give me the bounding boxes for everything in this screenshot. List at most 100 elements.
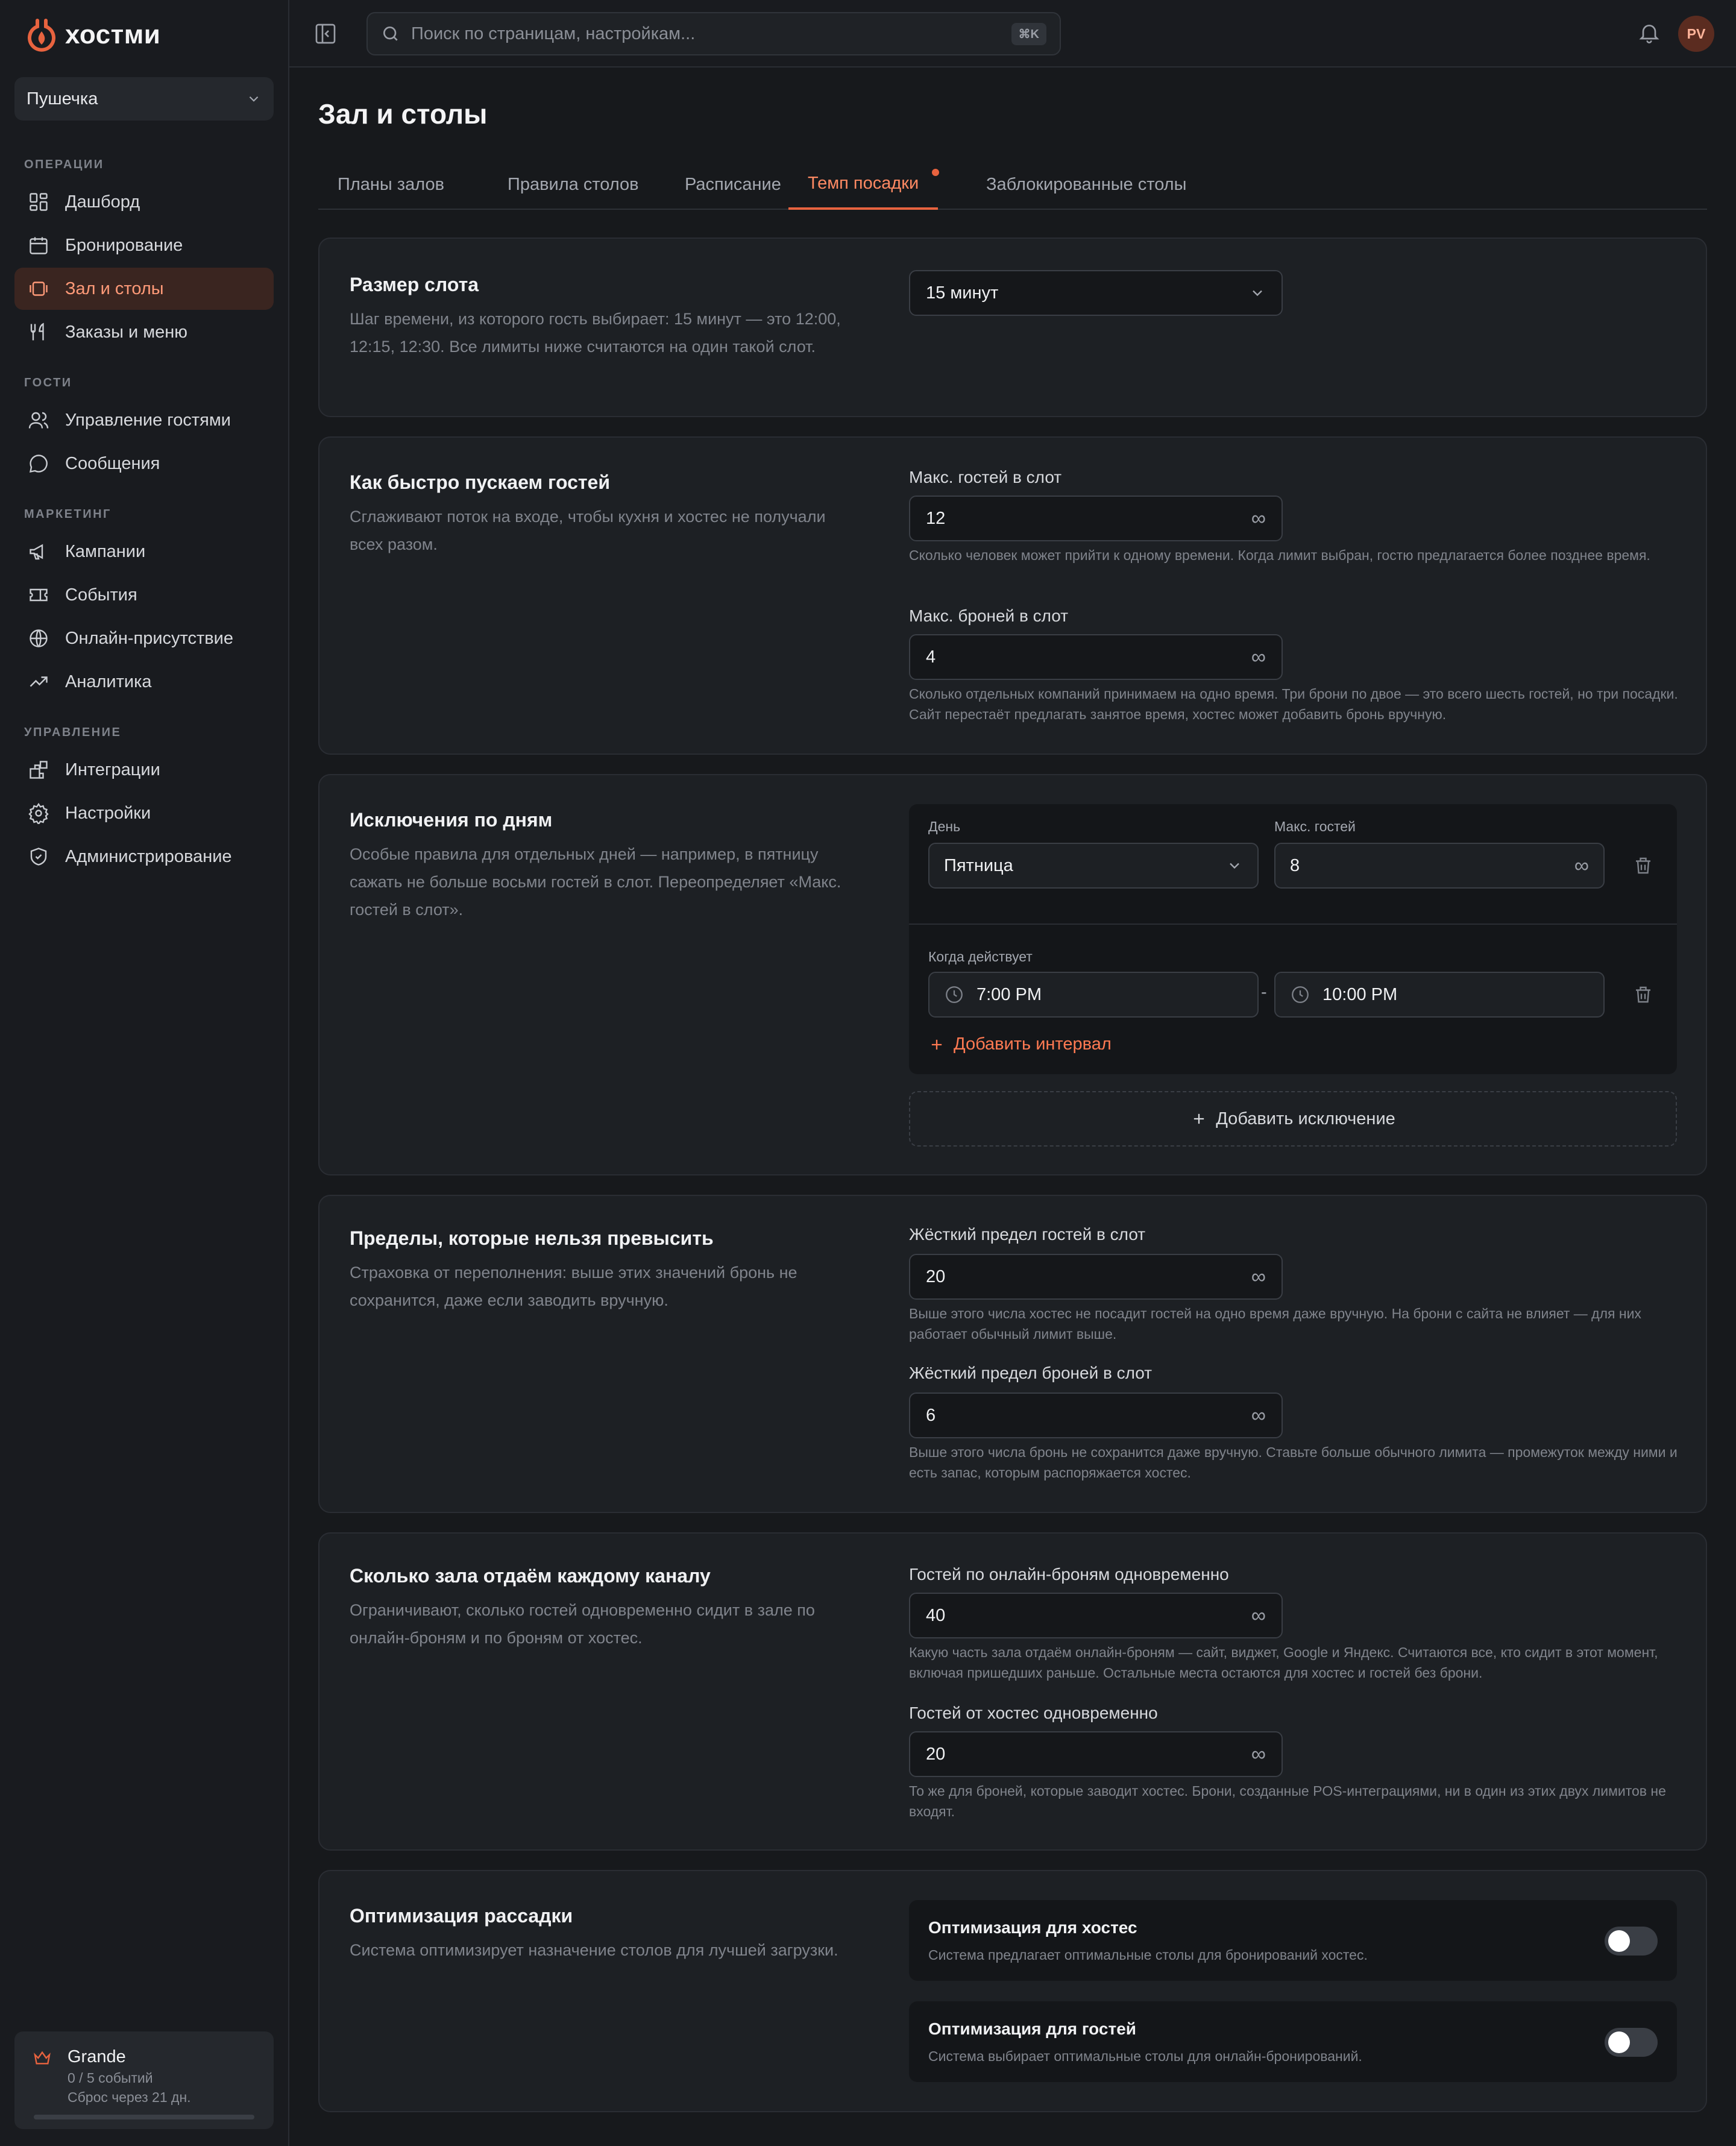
- field-label: Гостей по онлайн-броням одновременно: [909, 1565, 1229, 1584]
- plan-reset: Сброс через 21 дн.: [68, 2089, 191, 2105]
- infinity-icon[interactable]: ∞: [1251, 507, 1266, 530]
- brand-name: хостми: [65, 20, 161, 49]
- search-icon: [383, 27, 398, 41]
- field-help: Выше этого числа хостес не посадит госте…: [909, 1306, 1641, 1342]
- trash-icon[interactable]: [1632, 855, 1654, 876]
- hard-max-bookings-input[interactable]: 6 ∞: [909, 1392, 1283, 1438]
- gear-icon: [28, 802, 49, 824]
- field-label: Гостей от хостес одновременно: [909, 1704, 1158, 1722]
- channels-card: Сколько зала отдаём каждому каналу Огран…: [318, 1532, 1707, 1851]
- sidebar-item-settings[interactable]: Настройки: [14, 792, 274, 834]
- toggle-description: Система выбирает оптимальные столы для о…: [928, 2048, 1362, 2064]
- field-help: Сколько человек может прийти к одному вр…: [909, 547, 1650, 563]
- sidebar-item-guest-management[interactable]: Управление гостями: [14, 399, 274, 441]
- sidebar-item-orders[interactable]: Заказы и меню: [14, 311, 274, 353]
- tab-seating-pace[interactable]: Темп посадки: [788, 159, 940, 210]
- input-value: 8: [1290, 855, 1300, 875]
- plus-icon: [1194, 1113, 1204, 1124]
- trend-icon: [30, 676, 48, 687]
- megaphone-icon: [30, 544, 43, 560]
- button-label: Добавить интервал: [954, 1034, 1112, 1054]
- infinity-icon[interactable]: ∞: [1251, 1743, 1266, 1766]
- add-interval-button[interactable]: Добавить интервал: [928, 1034, 1112, 1054]
- host-optimization-toggle[interactable]: [1605, 1927, 1658, 1956]
- field-help: Сколько отдельных компаний принимаем на …: [909, 686, 1678, 722]
- toggle-title: Оптимизация для гостей: [928, 2019, 1136, 2038]
- day-exceptions-card: Исключения по дням Особые правила для от…: [318, 774, 1707, 1175]
- sidebar-item-tables[interactable]: Зал и столы: [14, 268, 274, 310]
- tables-icon: [30, 282, 48, 296]
- search-input[interactable]: [411, 24, 1011, 44]
- online-guests-input[interactable]: 40 ∞: [909, 1593, 1283, 1638]
- plan-widget[interactable]: Grande 0 / 5 событий Сброс через 21 дн.: [14, 2031, 274, 2129]
- card-title: Исключения по дням: [350, 809, 553, 831]
- bell-icon[interactable]: [1637, 20, 1661, 45]
- max-bookings-per-slot-input[interactable]: 4 ∞: [909, 634, 1283, 680]
- sidebar-toggle-icon[interactable]: [313, 22, 338, 46]
- field-label: Макс. гостей в слот: [909, 468, 1062, 486]
- infinity-icon[interactable]: ∞: [1251, 1404, 1266, 1427]
- toggle-knob: [1608, 2031, 1630, 2053]
- slot-size-select[interactable]: 15 минут: [909, 270, 1283, 316]
- day-select[interactable]: Пятница: [928, 843, 1259, 889]
- sidebar-item-integrations[interactable]: Интеграции: [14, 749, 274, 791]
- card-description: Ограничивают, сколько гостей одновременн…: [350, 1601, 815, 1647]
- input-value: 40: [926, 1605, 946, 1625]
- host-guests-input[interactable]: 20 ∞: [909, 1731, 1283, 1777]
- users-icon: [28, 412, 49, 429]
- toggle-title: Оптимизация для хостес: [928, 1918, 1137, 1937]
- plus-icon: [931, 1039, 942, 1049]
- brand[interactable]: хостми: [27, 18, 160, 52]
- tab-schedule[interactable]: Расписание: [665, 159, 800, 210]
- flame-logo-icon: [28, 19, 55, 52]
- time-from-input[interactable]: 7:00 PM: [928, 972, 1259, 1018]
- nav-section-guests: Гости: [24, 376, 72, 389]
- nav-section-marketing: Маркетинг: [24, 508, 112, 521]
- infinity-icon[interactable]: ∞: [1251, 1265, 1266, 1289]
- infinity-icon[interactable]: ∞: [1251, 646, 1266, 669]
- tab-table-rules[interactable]: Правила столов: [488, 159, 658, 210]
- sidebar-item-campaigns[interactable]: Кампании: [14, 530, 274, 573]
- sidebar-item-dashboard[interactable]: Дашборд: [14, 181, 274, 223]
- sidebar-item-label: Интеграции: [65, 760, 160, 779]
- max-guests-per-slot-input[interactable]: 12 ∞: [909, 496, 1283, 541]
- dashboard-icon: [30, 193, 48, 211]
- calendar-icon: [30, 237, 48, 254]
- sidebar-item-label: События: [65, 585, 137, 605]
- card-description: Система оптимизирует назначение столов д…: [350, 1941, 838, 1959]
- sidebar-item-messages[interactable]: Сообщения: [14, 442, 274, 485]
- select-value: 15 минут: [926, 283, 999, 303]
- button-label: Добавить исключение: [1216, 1109, 1395, 1128]
- sidebar-item-administration[interactable]: Администрирование: [14, 835, 274, 878]
- toggle-description: Система предлагает оптимальные столы для…: [928, 1947, 1368, 1963]
- sidebar-item-booking[interactable]: Бронирование: [14, 224, 274, 266]
- trash-icon[interactable]: [1632, 984, 1654, 1005]
- sidebar-item-label: Настройки: [65, 803, 151, 823]
- exception-max-guests-input[interactable]: 8 ∞: [1274, 843, 1605, 889]
- search-box[interactable]: ⌘K: [366, 12, 1061, 55]
- tab-blocked-tables[interactable]: Заблокированные столы: [967, 159, 1206, 210]
- sidebar-item-events[interactable]: События: [14, 574, 274, 616]
- sidebar-item-label: Сообщения: [65, 453, 160, 473]
- topbar: ⌘K PV: [289, 0, 1736, 68]
- globe-icon: [30, 629, 48, 647]
- guest-optimization-toggle[interactable]: [1605, 2028, 1658, 2057]
- sidebar-item-online-presence[interactable]: Онлайн-присутствие: [14, 617, 274, 659]
- infinity-icon[interactable]: ∞: [1251, 1604, 1266, 1628]
- infinity-icon[interactable]: ∞: [1574, 854, 1589, 878]
- toggle-knob: [1608, 1930, 1630, 1952]
- plan-name: Grande: [68, 2047, 126, 2066]
- avatar[interactable]: PV: [1678, 16, 1714, 52]
- sidebar-item-label: Кампании: [65, 541, 146, 561]
- field-help: То же для броней, которые заводит хостес…: [909, 1783, 1666, 1819]
- max-guests-label: Макс. гостей: [1274, 819, 1356, 834]
- optimization-card: Оптимизация рассадки Система оптимизируе…: [318, 1870, 1707, 2112]
- tabs: Планы залов Правила столов Расписание Те…: [318, 159, 1707, 210]
- tab-floor-plans[interactable]: Планы залов: [318, 159, 464, 210]
- add-exception-button[interactable]: Добавить исключение: [909, 1091, 1677, 1147]
- sidebar-item-analytics[interactable]: Аналитика: [14, 661, 274, 703]
- hard-max-guests-input[interactable]: 20 ∞: [909, 1254, 1283, 1300]
- time-to-input[interactable]: 10:00 PM: [1274, 972, 1605, 1018]
- venue-selector[interactable]: Пушечка: [14, 77, 274, 121]
- crown-icon: [34, 2051, 51, 2065]
